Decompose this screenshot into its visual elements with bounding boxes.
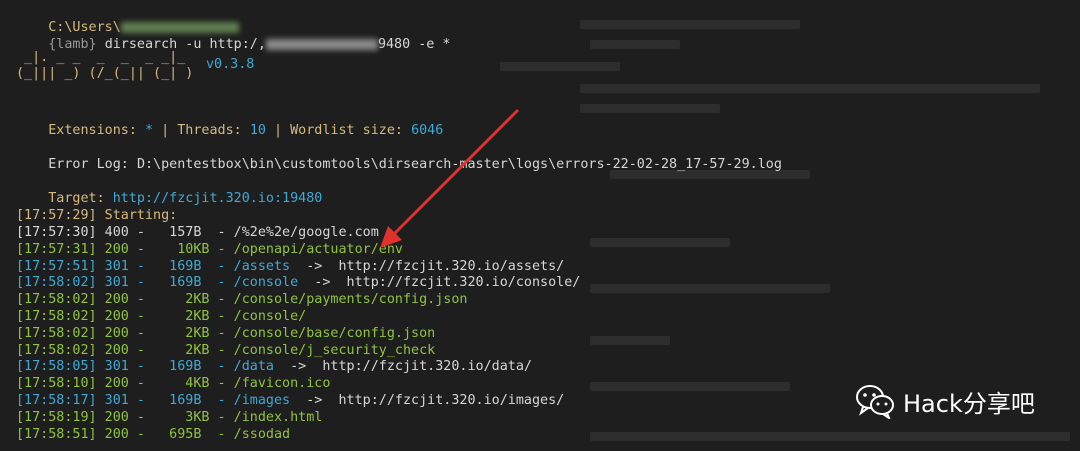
version-label: v0.3.8 (206, 57, 255, 72)
redirect-target: -> http://fzcjit.320.io/images/ (290, 393, 565, 408)
result-row: [17:58:51] 200 - 695B - /ssodad (16, 427, 290, 443)
redirect-target: -> http://fzcjit.320.io/data/ (273, 359, 532, 375)
wechat-icon (856, 385, 894, 419)
result-row: [17:57:51] 301 - 169B - /assets -> http:… (16, 259, 564, 275)
result-entry: [17:58:51] 200 - 695B - /ssodad (16, 426, 291, 442)
redirect-target: -> http://fzcjit.320.io/assets/ (290, 258, 565, 274)
result-row: [17:58:10] 200 - 4KB - /favicon.ico (16, 376, 330, 392)
result-entry: [17:58:02] 200 - 2KB - /console/j_securi… (16, 342, 436, 358)
result-row: [17:58:02] 200 - 2KB - /console/j_securi… (16, 343, 435, 359)
result-row: [17:58:02] 301 - 169B - /console -> http… (16, 275, 580, 291)
result-entry: [17:57:51] 301 - 169B - /assets (16, 258, 291, 274)
redirect-target: -> http://fzcjit.320.io/console/ (298, 275, 581, 291)
starting-line: [17:57:29] Starting: (16, 208, 178, 223)
result-entry: [17:58:05] 301 - 169B - /data (16, 359, 274, 375)
banner-ascii-1: _|. _ _ _ _ _ _|_ (16, 50, 186, 65)
result-entry: [17:58:02] 200 - 2KB - /console/payments… (16, 292, 468, 308)
watermark-text: Hack分享吧 (903, 389, 1035, 418)
result-entry: [17:58:02] 301 - 169B - /console (16, 275, 299, 291)
result-row: [17:57:31] 200 - 10KB - /openapi/actuato… (16, 242, 403, 258)
watermark: Hack分享吧 (855, 383, 1035, 419)
result-row: [17:58:19] 200 - 3KB - /index.html (16, 410, 322, 426)
result-row: [17:58:05] 301 - 169B - /data -> http://… (16, 359, 532, 375)
result-row: [17:58:02] 200 - 2KB - /console/ (16, 309, 306, 325)
result-entry: [17:57:31] 200 - 10KB - /openapi/actuato… (16, 241, 403, 257)
result-entry: [17:58:02] 200 - 2KB - /console/ (16, 309, 307, 324)
result-entry: [17:58:17] 301 - 169B - /images (16, 393, 291, 408)
result-row: [17:58:17] 301 - 169B - /images -> http:… (16, 393, 564, 409)
banner-ascii-2: (_||| _) (/_(_|| (_| ) (16, 66, 194, 81)
result-row: [17:58:02] 200 - 2KB - /console/base/con… (16, 326, 435, 342)
result-entry: [17:58:10] 200 - 4KB - /favicon.ico (16, 376, 331, 392)
result-row: [17:58:02] 200 - 2KB - /console/payments… (16, 292, 467, 308)
result-entry: [17:58:19] 200 - 3KB - /index.html (16, 409, 323, 425)
result-entry: [17:58:02] 200 - 2KB - /console/base/con… (16, 325, 436, 341)
result-row: [17:57:30] 400 - 157B - /%2e%2e/google.c… (16, 225, 379, 241)
result-entry: [17:57:30] 400 - 157B - /%2e%2e/google.c… (16, 225, 379, 240)
